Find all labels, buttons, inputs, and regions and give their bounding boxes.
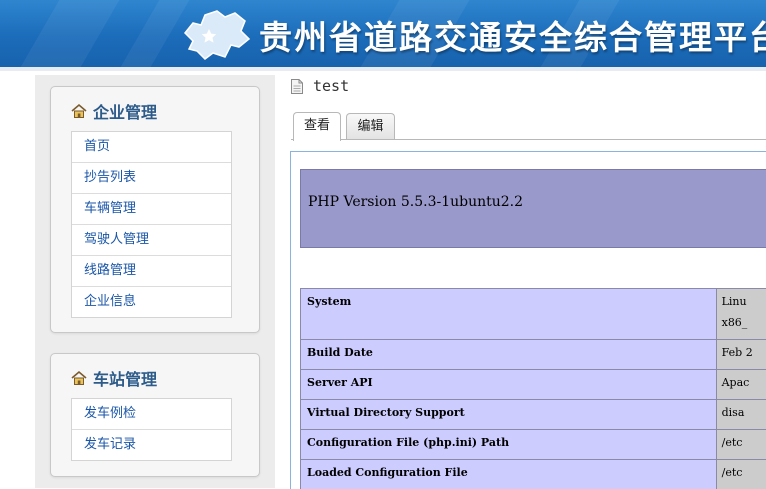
panel-station-header: 车站管理 (71, 366, 157, 390)
tab-edit[interactable]: 编辑 (346, 113, 395, 140)
panel-enterprise-header: 企业管理 (71, 99, 157, 123)
php-version: PHP Version 5.5.3-1ubuntu2.2 (308, 194, 523, 210)
panel-station: 车站管理 发车例检 发车记录 (50, 353, 260, 477)
home-icon (71, 103, 87, 119)
table-value: Feb 2 (716, 340, 766, 370)
app-title: 贵州省道路交通安全综合管理平台 (259, 11, 766, 59)
table-value-line: Linu (722, 295, 761, 308)
table-row: Build Date Feb 2 (301, 340, 766, 370)
table-key: Loaded Configuration File (301, 460, 717, 489)
panel-enterprise-title: 企业管理 (93, 99, 157, 123)
table-row: Server API Apac (301, 370, 766, 400)
sidebar-item-drivers[interactable]: 驾驶人管理 (72, 225, 231, 256)
table-value: /etc (716, 460, 766, 489)
sidebar-item-home[interactable]: 首页 (72, 132, 231, 163)
guizhou-map-icon (175, 3, 255, 63)
panel-enterprise: 企业管理 首页 抄告列表 车辆管理 驾驶人管理 线路管理 企业信息 (50, 86, 260, 333)
table-key: System (301, 289, 717, 340)
sidebar-item-departure-check[interactable]: 发车例检 (72, 399, 231, 430)
sidebar-item-notice-list[interactable]: 抄告列表 (72, 163, 231, 194)
table-value: Apac (716, 370, 766, 400)
tab-view[interactable]: 查看 (293, 112, 341, 141)
table-key: Configuration File (php.ini) Path (301, 430, 717, 460)
table-row: Configuration File (php.ini) Path /etc (301, 430, 766, 460)
table-value: disa (716, 400, 766, 430)
table-value-line: x86_ (722, 316, 761, 329)
sidebar-item-vehicles[interactable]: 车辆管理 (72, 194, 231, 225)
header-banner: 贵州省道路交通安全综合管理平台 (0, 0, 766, 67)
tab-baseline (291, 139, 766, 140)
table-row: System Linu x86_ (301, 289, 766, 340)
table-key: Server API (301, 370, 717, 400)
php-version-header: PHP Version 5.5.3-1ubuntu2.2 (300, 169, 766, 248)
banner-divider (0, 67, 766, 71)
sidebar-item-departure-records[interactable]: 发车记录 (72, 430, 231, 460)
table-value: /etc (716, 430, 766, 460)
phpinfo-frame[interactable]: PHP Version 5.5.3-1ubuntu2.2 System Linu… (290, 151, 766, 489)
table-row: Virtual Directory Support disa (301, 400, 766, 430)
panel-station-title: 车站管理 (93, 366, 157, 390)
sidebar-item-company-info[interactable]: 企业信息 (72, 287, 231, 317)
phpinfo-table: System Linu x86_ Build Date Feb 2 Server… (300, 288, 766, 489)
menu-station: 发车例检 发车记录 (71, 398, 232, 461)
table-key: Virtual Directory Support (301, 400, 717, 430)
home-icon (71, 370, 87, 386)
table-row: Loaded Configuration File /etc (301, 460, 766, 489)
menu-enterprise: 首页 抄告列表 车辆管理 驾驶人管理 线路管理 企业信息 (71, 131, 232, 318)
sidebar: 企业管理 首页 抄告列表 车辆管理 驾驶人管理 线路管理 企业信息 车站管理 发… (35, 75, 275, 488)
sidebar-item-routes[interactable]: 线路管理 (72, 256, 231, 287)
document-icon (291, 79, 303, 94)
page-title: test (313, 77, 349, 95)
table-key: Build Date (301, 340, 717, 370)
table-value: Linu x86_ (716, 289, 766, 340)
